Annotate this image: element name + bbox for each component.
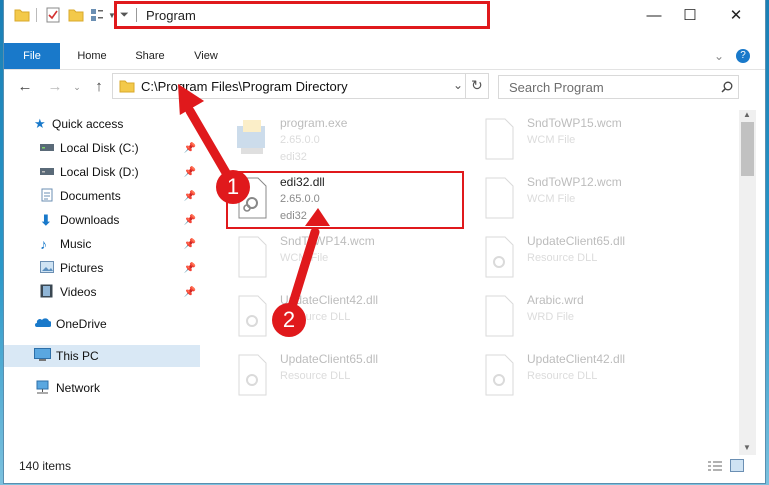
- annotation-arrows: [177, 83, 330, 318]
- step-badge-2: 2: [272, 303, 306, 337]
- arrowhead-to-file: [305, 208, 330, 226]
- arrow-to-file: [285, 227, 320, 318]
- step-badge-1: 1: [216, 170, 250, 204]
- arrowhead-to-address-bar: [177, 83, 205, 116]
